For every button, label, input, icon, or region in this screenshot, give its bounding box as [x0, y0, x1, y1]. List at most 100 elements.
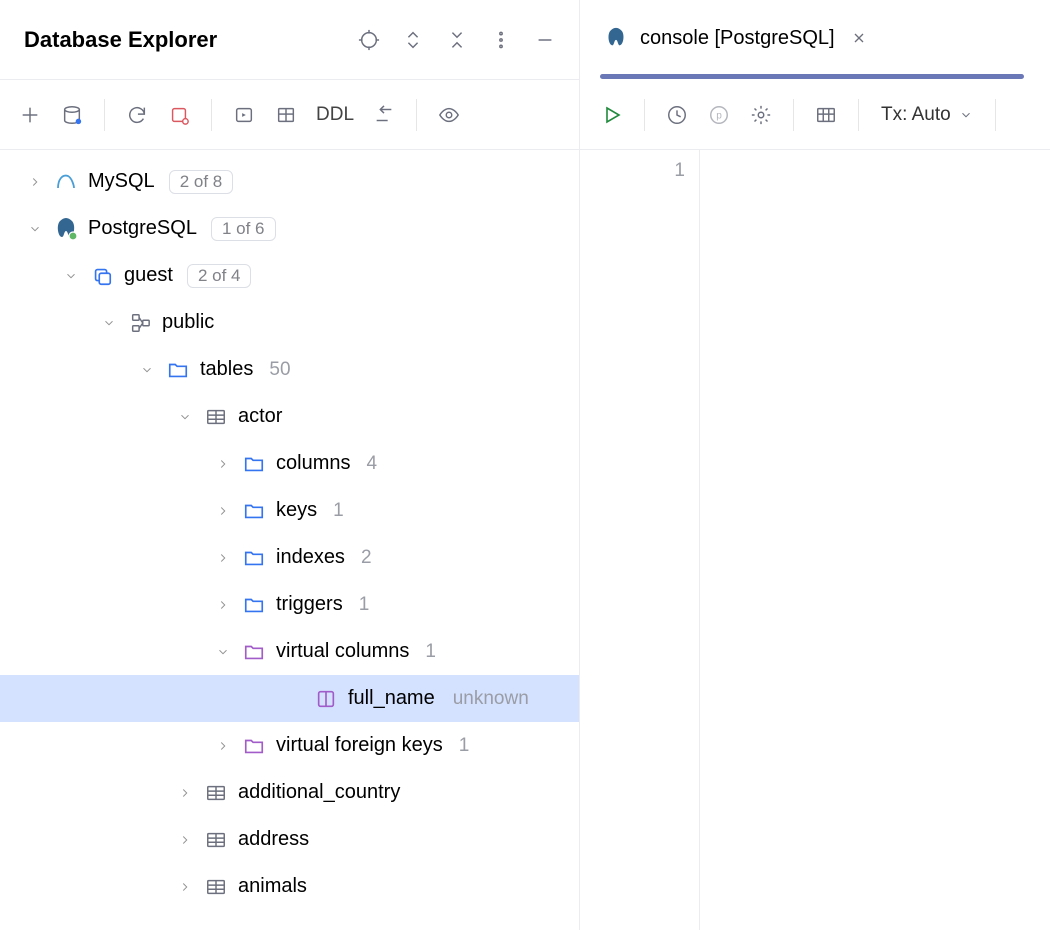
collapse-all-icon[interactable] [439, 22, 475, 58]
tree-node-indexes[interactable]: indexes 2 [0, 534, 579, 581]
count-badge: 2 of 4 [187, 264, 252, 288]
history-icon[interactable] [659, 97, 695, 133]
tx-mode-dropdown[interactable]: Tx: Auto [873, 100, 981, 130]
tree-label: virtual foreign keys [276, 734, 443, 757]
panel-header: Database Explorer [0, 0, 579, 80]
tree-node-full-name[interactable]: full_name unknown [0, 675, 579, 722]
table-icon [204, 828, 228, 852]
panel-toolbar: DDL [0, 80, 579, 150]
tree-node-public[interactable]: public [0, 299, 579, 346]
refresh-icon[interactable] [119, 97, 155, 133]
folder-icon [242, 640, 266, 664]
playground-icon[interactable]: p [701, 97, 737, 133]
folder-icon [242, 452, 266, 476]
table-icon [204, 875, 228, 899]
datasource-settings-icon[interactable] [54, 97, 90, 133]
tree-node-virtual-foreign-keys[interactable]: virtual foreign keys 1 [0, 722, 579, 769]
tree-node-columns[interactable]: columns 4 [0, 440, 579, 487]
tree-label: public [162, 311, 214, 334]
target-icon[interactable] [351, 22, 387, 58]
chevron-down-icon[interactable] [176, 408, 194, 426]
table-icon [204, 405, 228, 429]
count-badge: 1 of 6 [211, 217, 276, 241]
panel-title: Database Explorer [16, 27, 343, 53]
ddl-button[interactable]: DDL [310, 100, 360, 130]
item-count: 2 [361, 547, 372, 569]
minimize-icon[interactable] [527, 22, 563, 58]
folder-icon [242, 546, 266, 570]
schema-icon [128, 311, 152, 335]
chevron-right-icon[interactable] [214, 737, 232, 755]
tree-node-keys[interactable]: keys 1 [0, 487, 579, 534]
database-icon [90, 264, 114, 288]
database-tree: MySQL 2 of 8 PostgreSQL 1 of 6 guest 2 o… [0, 150, 579, 930]
tree-label: columns [276, 452, 350, 475]
tree-label: address [238, 828, 309, 851]
jump-to-console-icon[interactable] [226, 97, 262, 133]
chevron-right-icon[interactable] [214, 596, 232, 614]
chevron-down-icon[interactable] [214, 643, 232, 661]
tree-node-tables[interactable]: tables 50 [0, 346, 579, 393]
tree-label: additional_country [238, 781, 400, 804]
item-count: 50 [269, 359, 290, 381]
item-count: 1 [425, 641, 436, 663]
add-icon[interactable] [12, 97, 48, 133]
toolbar-divider [416, 99, 417, 131]
database-explorer-panel: Database Explorer [0, 0, 580, 930]
chevron-right-icon[interactable] [26, 173, 44, 191]
column-icon [314, 687, 338, 711]
chevron-down-icon[interactable] [138, 361, 156, 379]
more-icon[interactable] [483, 22, 519, 58]
chevron-right-icon[interactable] [176, 878, 194, 896]
toolbar-divider [644, 99, 645, 131]
table-icon[interactable] [268, 97, 304, 133]
item-count: 1 [359, 594, 370, 616]
folder-icon [242, 734, 266, 758]
tree-label: keys [276, 499, 317, 522]
mysql-icon [54, 170, 78, 194]
navigate-icon[interactable] [366, 97, 402, 133]
tree-node-mysql[interactable]: MySQL 2 of 8 [0, 158, 579, 205]
chevron-right-icon[interactable] [176, 831, 194, 849]
tree-node-guest[interactable]: guest 2 of 4 [0, 252, 579, 299]
editor-tab-console[interactable]: console [PostgreSQL] [596, 0, 879, 76]
toolbar-divider [104, 99, 105, 131]
data-grid-icon[interactable] [808, 97, 844, 133]
item-count: 1 [459, 735, 470, 757]
expand-collapse-icon[interactable] [395, 22, 431, 58]
chevron-right-icon[interactable] [176, 784, 194, 802]
tree-label: guest [124, 264, 173, 287]
postgresql-icon [54, 217, 78, 241]
tree-node-additional-country[interactable]: additional_country [0, 769, 579, 816]
view-options-icon[interactable] [431, 97, 467, 133]
run-icon[interactable] [594, 97, 630, 133]
tree-label: full_name [348, 687, 435, 710]
editor-tabbar: console [PostgreSQL] [580, 0, 1050, 80]
chevron-right-icon[interactable] [214, 502, 232, 520]
code-content[interactable] [700, 150, 1050, 930]
tree-node-postgresql[interactable]: PostgreSQL 1 of 6 [0, 205, 579, 252]
chevron-right-icon[interactable] [214, 455, 232, 473]
chevron-down-icon[interactable] [100, 314, 118, 332]
type-hint: unknown [453, 688, 529, 710]
editor-panel: console [PostgreSQL] p Tx: Auto [580, 0, 1050, 930]
tree-node-actor[interactable]: actor [0, 393, 579, 440]
tree-node-animals[interactable]: animals [0, 863, 579, 910]
tree-label: PostgreSQL [88, 217, 197, 240]
line-gutter: 1 [580, 150, 700, 930]
tree-node-address[interactable]: address [0, 816, 579, 863]
close-icon[interactable] [847, 26, 871, 50]
svg-text:p: p [716, 110, 722, 121]
tree-node-virtual-columns[interactable]: virtual columns 1 [0, 628, 579, 675]
chevron-down-icon[interactable] [62, 267, 80, 285]
settings-icon[interactable] [743, 97, 779, 133]
chevron-right-icon[interactable] [214, 549, 232, 567]
code-editor[interactable]: 1 [580, 150, 1050, 930]
chevron-down-icon[interactable] [26, 220, 44, 238]
stop-icon[interactable] [161, 97, 197, 133]
tree-label: indexes [276, 546, 345, 569]
toolbar-divider [995, 99, 996, 131]
tree-node-triggers[interactable]: triggers 1 [0, 581, 579, 628]
postgresql-icon [604, 26, 628, 50]
folder-icon [242, 593, 266, 617]
